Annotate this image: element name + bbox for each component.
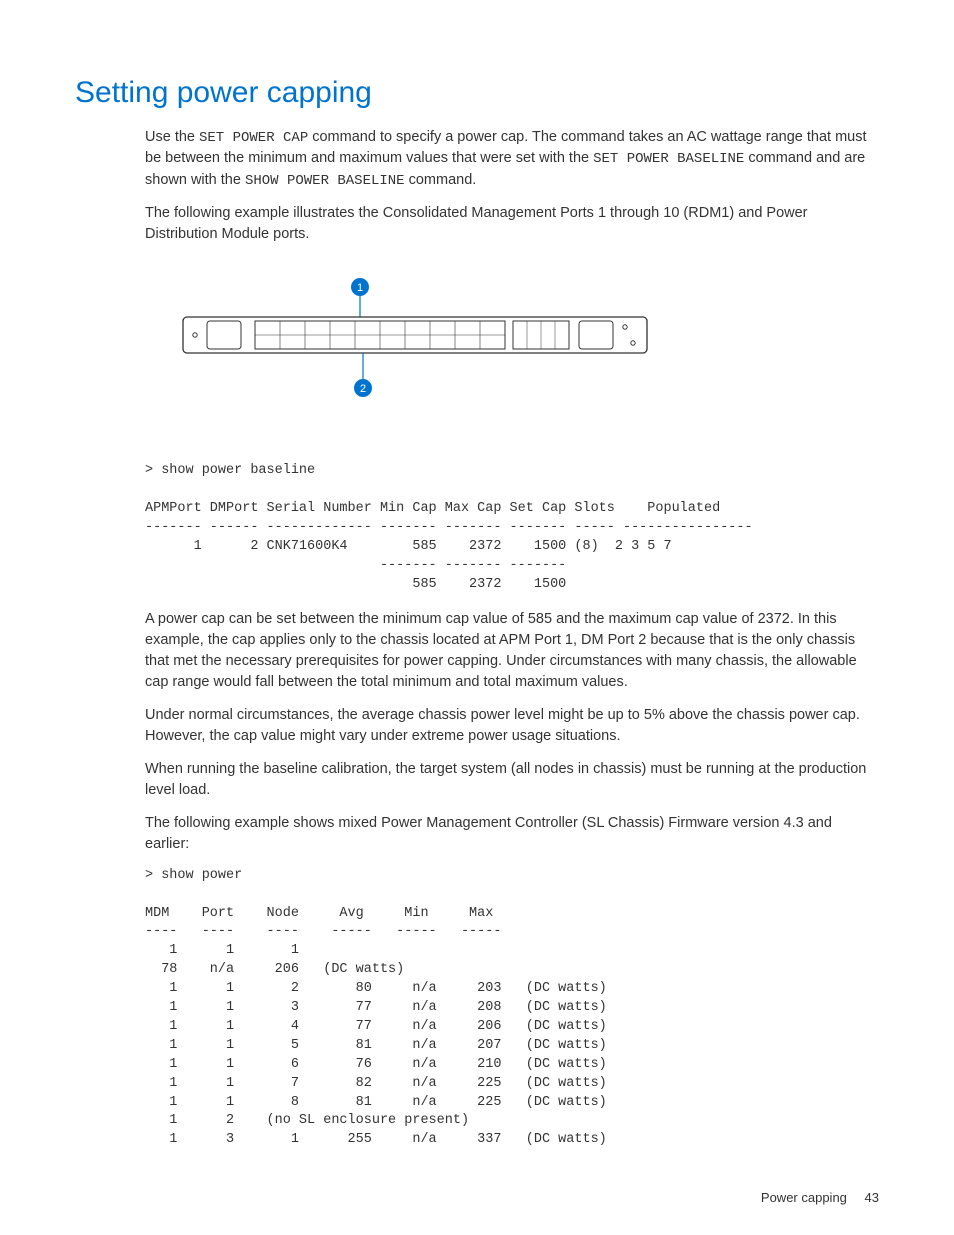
paragraph-normal-circumstances: Under normal circumstances, the average … <box>145 705 879 747</box>
footer-page-number: 43 <box>865 1190 879 1205</box>
device-diagram: 1 2 <box>175 275 879 423</box>
svg-text:1: 1 <box>357 282 363 294</box>
text: Use the <box>145 129 199 145</box>
footer-section: Power capping <box>761 1190 847 1205</box>
page-title: Setting power capping <box>75 70 879 115</box>
page-footer: Power capping 43 <box>761 1188 879 1208</box>
intro-paragraph-2: The following example illustrates the Co… <box>145 203 879 245</box>
cmd-show-power-baseline: SHOW POWER BASELINE <box>245 173 405 189</box>
paragraph-baseline-calibration: When running the baseline calibration, t… <box>145 759 879 801</box>
cli-show-power-baseline: > show power baseline APMPort DMPort Ser… <box>145 462 879 594</box>
paragraph-cap-range: A power cap can be set between the minim… <box>145 609 879 693</box>
svg-text:2: 2 <box>360 383 366 395</box>
paragraph-mixed-firmware: The following example shows mixed Power … <box>145 813 879 855</box>
chassis-svg: 1 2 <box>175 275 655 415</box>
cli-show-power: > show power MDM Port Node Avg Min Max -… <box>145 867 879 1150</box>
intro-paragraph-1: Use the SET POWER CAP command to specify… <box>145 127 879 191</box>
text: command. <box>405 172 477 188</box>
cmd-set-power-baseline: SET POWER BASELINE <box>593 151 744 167</box>
cmd-set-power-cap: SET POWER CAP <box>199 130 308 146</box>
